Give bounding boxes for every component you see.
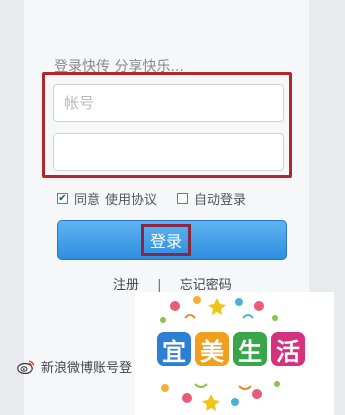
weibo-login-text: 新浪微博账号登 [41,361,133,376]
weibo-login-row[interactable]: 新浪微博账号登 [17,357,132,376]
watermark-char-3: 生 [233,332,267,366]
account-links: 注册 | 忘记密码 [113,274,232,293]
agree-checkbox[interactable]: ✔ [57,193,68,204]
forgot-password-link[interactable]: 忘记密码 [180,274,232,293]
auto-login-label: 自动登录 [194,193,247,208]
login-button-label: 登录 [149,232,182,251]
weibo-icon [17,360,35,374]
watermark-logo: 宜 美 生 活 [135,292,334,415]
auto-login-checkbox[interactable] [177,193,188,204]
account-input[interactable] [53,84,284,122]
left-background [0,0,24,415]
watermark-char-1: 宜 [157,332,191,366]
watermark-char-4: 活 [271,332,305,366]
agreement-link[interactable]: 使用协议 [105,189,157,208]
watermark-char-2: 美 [195,332,229,366]
link-separator: | [157,278,162,293]
auto-login-option[interactable]: 自动登录 [177,189,246,208]
register-link[interactable]: 注册 [113,274,139,293]
agree-label: 同意 [74,193,101,208]
password-input[interactable] [53,133,284,171]
login-button-label-frame[interactable]: 登录 [141,224,191,256]
agree-option[interactable]: ✔ 同意 使用协议 [57,189,157,208]
